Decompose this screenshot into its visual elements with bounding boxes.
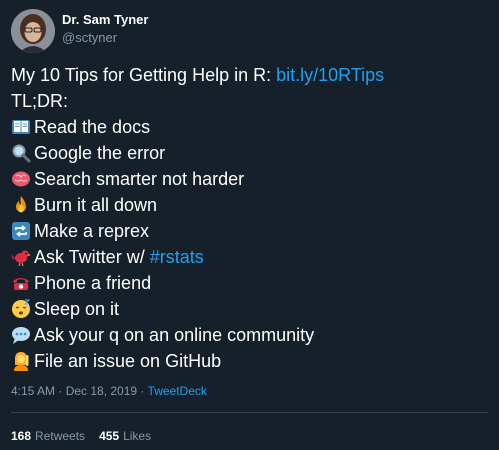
tip-text: File an issue on GitHub — [34, 351, 222, 371]
tip-text: Read the docs — [34, 117, 151, 137]
tweet-card: Dr. Sam Tyner @sctyner My 10 Tips for Ge… — [0, 0, 499, 450]
tip-item: Make a reprex — [11, 218, 491, 244]
tldr-line: TL;DR: — [11, 88, 491, 114]
tip-text: Search smarter not harder — [34, 169, 245, 189]
tip-item: Google the error — [11, 140, 491, 166]
tip-item: Ask Twitter w/ #rstats — [11, 244, 491, 270]
tip-item: Sleep on it — [11, 296, 491, 322]
open-book-icon — [11, 117, 31, 137]
retweets-stat[interactable]: 168 Retweets — [11, 429, 85, 443]
tweet-meta: 4:15 AM · Dec 18, 2019 · TweetDeck — [11, 384, 207, 398]
brain-icon — [11, 169, 31, 189]
speech-bubble-icon — [11, 325, 31, 345]
sleeping-face-icon — [11, 299, 31, 319]
tweet-text: My 10 Tips for Getting Help in R: bit.ly… — [11, 62, 491, 374]
tweet-intro-line: My 10 Tips for Getting Help in R: bit.ly… — [11, 62, 491, 88]
likes-count: 455 — [99, 429, 120, 443]
tweet-timestamp[interactable]: 4:15 AM · Dec 18, 2019 · — [11, 384, 148, 398]
tweet-source-link[interactable]: TweetDeck — [148, 384, 207, 398]
fire-icon — [11, 195, 31, 215]
author-display-name[interactable]: Dr. Sam Tyner — [62, 12, 148, 28]
author-handle[interactable]: @sctyner — [62, 30, 148, 46]
tip-text: Phone a friend — [34, 273, 152, 293]
tip-item: File an issue on GitHub — [11, 348, 491, 374]
tip-item: Ask your q on an online community — [11, 322, 491, 348]
tweet-stats: 168 Retweets 455 Likes — [11, 429, 151, 443]
likes-stat[interactable]: 455 Likes — [99, 429, 151, 443]
person-raising-hand-icon — [11, 351, 31, 371]
tip-text: Sleep on it — [34, 299, 120, 319]
tip-text: Ask Twitter w/ — [34, 247, 150, 267]
tip-item: Search smarter not harder — [11, 166, 491, 192]
telephone-icon — [11, 273, 31, 293]
retweets-label: Retweets — [35, 429, 86, 443]
magnifying-glass-icon — [11, 143, 31, 163]
tip-item: Burn it all down — [11, 192, 491, 218]
tip-text: Make a reprex — [34, 221, 150, 241]
author-info: Dr. Sam Tyner @sctyner — [62, 12, 148, 46]
avatar[interactable] — [11, 9, 55, 53]
rstats-hashtag[interactable]: #rstats — [150, 244, 204, 270]
bird-icon — [11, 247, 31, 267]
tip-text: Google the error — [34, 143, 166, 163]
tweet-intro-text: My 10 Tips for Getting Help in R: — [11, 65, 277, 85]
tip-text: Burn it all down — [34, 195, 158, 215]
tips-link[interactable]: bit.ly/10RTips — [276, 62, 384, 88]
tip-item: Phone a friend — [11, 270, 491, 296]
divider — [11, 412, 488, 413]
tip-text: Ask your q on an online community — [34, 325, 315, 345]
repeat-arrows-icon — [11, 221, 31, 241]
tldr-text: TL;DR: — [11, 91, 69, 111]
likes-label: Likes — [123, 429, 152, 443]
tip-item: Read the docs — [11, 114, 491, 140]
retweets-count: 168 — [11, 429, 32, 443]
